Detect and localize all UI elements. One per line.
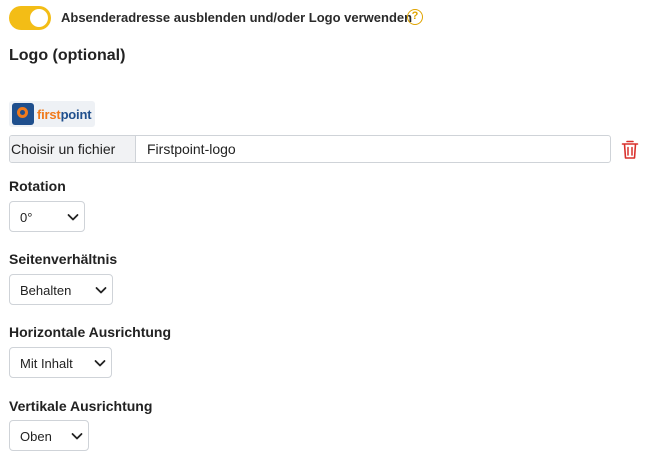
firstpoint-logo-icon bbox=[12, 103, 34, 125]
logo-section-title: Logo (optional) bbox=[9, 47, 126, 64]
logo-file-input[interactable]: Choisir un fichier Firstpoint-logo bbox=[9, 135, 611, 163]
vertical-alignment-select[interactable]: Oben bbox=[9, 420, 89, 451]
logo-preview: firstpoint bbox=[9, 101, 95, 127]
horizontal-alignment-label: Horizontale Ausrichtung bbox=[9, 324, 172, 340]
chevron-down-icon bbox=[71, 433, 83, 440]
rotation-value: 0° bbox=[20, 210, 33, 225]
logo-wordmark: firstpoint bbox=[37, 107, 92, 122]
logo-toggle-switch[interactable] bbox=[9, 6, 51, 30]
chevron-down-icon bbox=[94, 360, 106, 367]
selected-file-name: Firstpoint-logo bbox=[147, 141, 236, 157]
trash-icon[interactable] bbox=[620, 139, 640, 160]
choose-file-button[interactable]: Choisir un fichier bbox=[10, 136, 136, 162]
vertical-alignment-value: Oben bbox=[20, 429, 52, 444]
aspect-ratio-label: Seitenverhältnis bbox=[9, 251, 118, 267]
toggle-label: Absenderadresse ausblenden und/oder Logo… bbox=[61, 10, 413, 25]
help-icon[interactable]: ? bbox=[407, 9, 423, 25]
vertical-alignment-label: Vertikale Ausrichtung bbox=[9, 398, 153, 414]
aspect-ratio-value: Behalten bbox=[20, 283, 72, 298]
chevron-down-icon bbox=[67, 214, 79, 221]
rotation-label: Rotation bbox=[9, 178, 66, 194]
aspect-ratio-select[interactable]: Behalten bbox=[9, 274, 113, 305]
rotation-select[interactable]: 0° bbox=[9, 201, 85, 232]
chevron-down-icon bbox=[95, 287, 107, 294]
horizontal-alignment-select[interactable]: Mit Inhalt bbox=[9, 347, 112, 378]
toggle-knob bbox=[30, 9, 48, 27]
horizontal-alignment-value: Mit Inhalt bbox=[20, 356, 73, 371]
